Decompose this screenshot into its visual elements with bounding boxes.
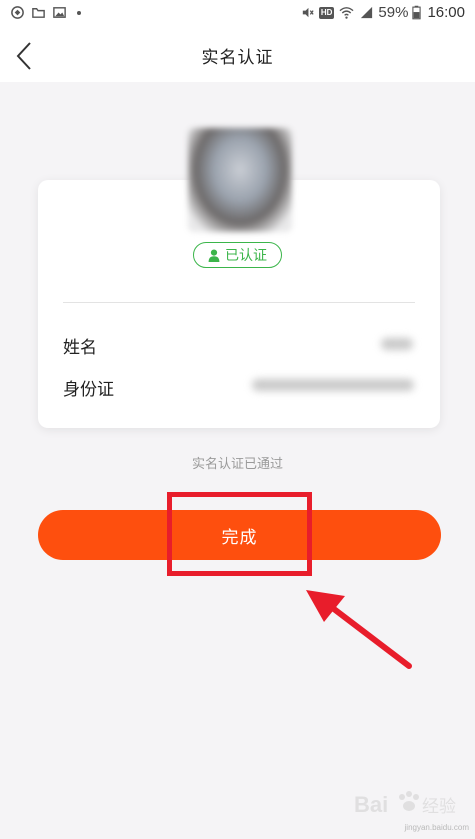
name-label: 姓名 [63, 338, 97, 358]
id-card-label: 身份证 [63, 380, 114, 400]
done-button-label: 完成 [221, 527, 258, 548]
id-card-value-blurred [252, 379, 414, 391]
card-divider [63, 302, 415, 303]
avatar [188, 128, 292, 232]
signal-icon [361, 6, 373, 19]
page-title: 实名认证 [201, 48, 274, 68]
verified-badge: 已认证 [193, 242, 282, 268]
done-button[interactable]: 完成 [38, 510, 441, 560]
watermark-logo-text: Bai [354, 792, 388, 817]
battery-percentage: 59% [378, 4, 409, 21]
battery-icon [412, 5, 422, 20]
status-bar: HD 59% 16:00 [0, 0, 475, 30]
image-icon [53, 7, 66, 18]
watermark-logo-cn: 经验 [422, 797, 456, 817]
status-bar-left [10, 5, 81, 20]
name-value-blurred [381, 338, 413, 350]
watermark-url: jingyan.baidu.com [404, 823, 469, 832]
nav-bar: 实名认证 [0, 30, 475, 82]
verification-status-text: 实名认证已通过 [191, 457, 283, 472]
sync-icon [11, 6, 24, 19]
user-icon [208, 249, 220, 262]
paw-icon [399, 791, 419, 811]
hd-icon: HD [318, 6, 335, 19]
status-time: 16:00 [427, 4, 465, 21]
folder-icon [32, 8, 45, 18]
status-bar-right: HD 59% 16:00 [300, 4, 465, 21]
mute-icon [302, 7, 314, 18]
verified-label: 已认证 [225, 248, 267, 264]
wifi-icon [339, 7, 354, 19]
dot-icon [77, 10, 81, 15]
